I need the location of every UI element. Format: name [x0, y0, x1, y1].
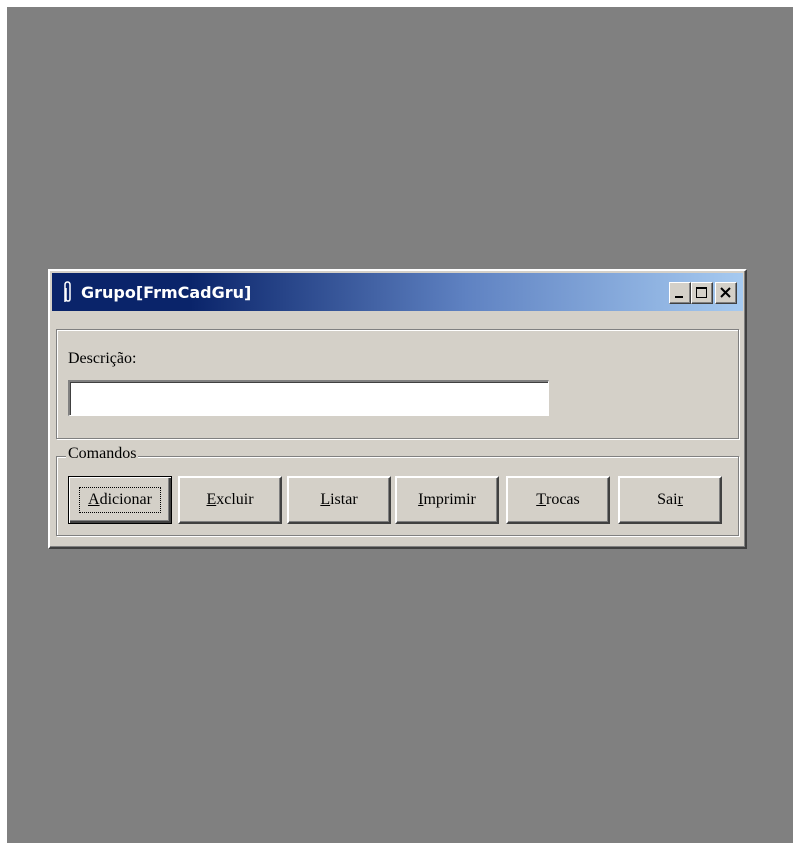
print-button[interactable]: Imprimir — [395, 476, 499, 524]
commands-group-label: Comandos — [66, 445, 139, 463]
close-icon — [720, 287, 731, 298]
add-button-label: dicionar — [99, 491, 152, 508]
delete-button[interactable]: Excluir — [178, 476, 282, 524]
maximize-icon — [696, 287, 707, 298]
list-button[interactable]: Listar — [287, 476, 391, 524]
maximize-button[interactable] — [691, 282, 713, 304]
minimize-icon — [675, 296, 683, 298]
exit-button-label: Sai — [657, 491, 678, 508]
print-button-label: mprimir — [423, 491, 476, 508]
exchanges-button[interactable]: Trocas — [506, 476, 610, 524]
window-title: Grupo[FrmCadGru] — [81, 282, 252, 302]
paperclip-icon — [64, 281, 71, 302]
list-button-accel: L — [320, 491, 331, 508]
window-grupo: Grupo[FrmCadGru] Descrição: Comandos Adi… — [48, 269, 747, 549]
description-label: Descrição: — [68, 350, 137, 367]
close-button[interactable] — [715, 282, 737, 304]
minimize-button[interactable] — [669, 282, 691, 304]
add-button-accel: A — [88, 491, 100, 508]
title-bar[interactable]: Grupo[FrmCadGru] — [52, 273, 743, 311]
exit-button[interactable]: Sai r — [618, 476, 722, 524]
delete-button-accel: E — [206, 491, 217, 508]
exchanges-button-label: rocas — [546, 491, 580, 508]
caption-buttons — [669, 282, 737, 304]
exchanges-button-accel: T — [536, 491, 546, 508]
exit-button-accel: r — [677, 491, 683, 508]
list-button-label: istar — [330, 491, 358, 508]
add-button[interactable]: Adicionar — [68, 476, 172, 524]
description-input[interactable] — [68, 380, 549, 416]
focus-rect: Adicionar — [79, 487, 161, 513]
delete-button-label: xcluir — [216, 491, 254, 508]
